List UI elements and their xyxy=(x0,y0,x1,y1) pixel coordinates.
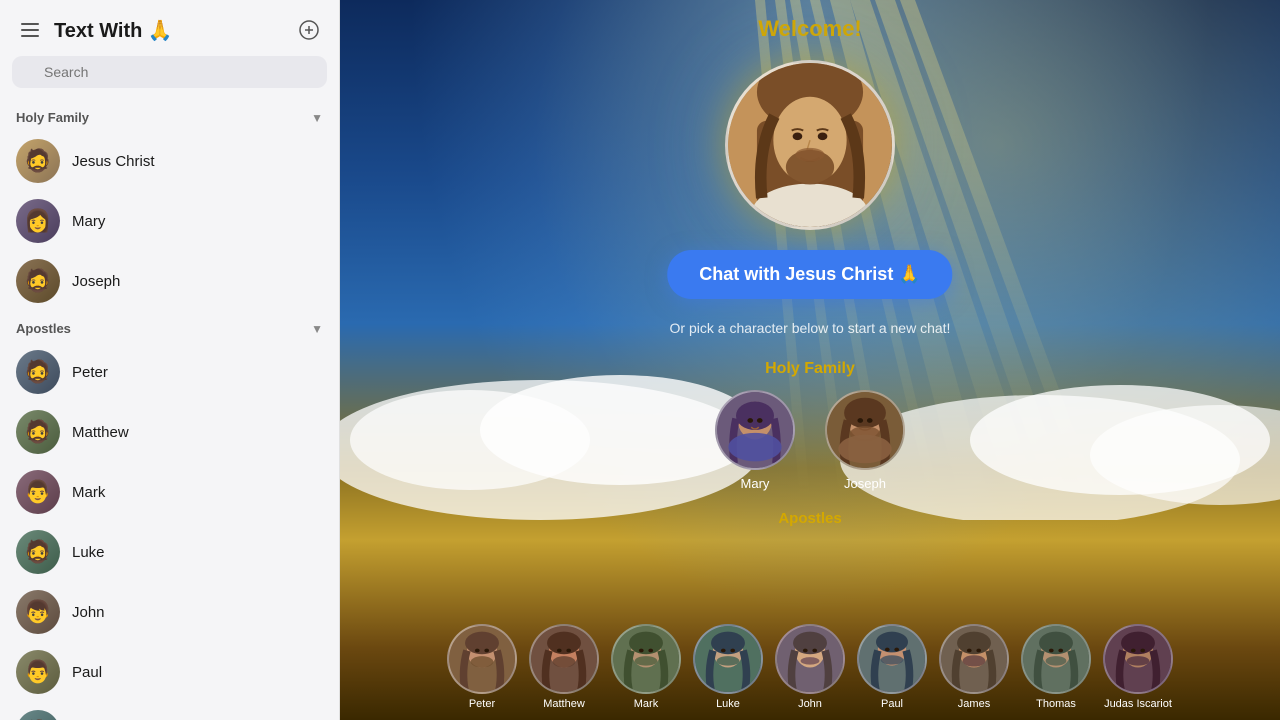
apostle-item-thomas[interactable]: Thomas xyxy=(1021,624,1091,710)
character-name-mary: Mary xyxy=(72,213,105,230)
character-name-mark: Mark xyxy=(72,484,105,501)
apostles-row: Peter Matthew xyxy=(447,624,1173,710)
apostle-label-paul: Paul xyxy=(881,698,903,710)
apostle-circle-paul xyxy=(857,624,927,694)
avatar-peter: 🧔 xyxy=(16,350,60,394)
apostle-label-mark: Mark xyxy=(634,698,658,710)
main-avatar-jesus xyxy=(725,60,895,230)
avatar-james: 🧔 xyxy=(16,710,60,720)
apostle-label-luke: Luke xyxy=(716,698,740,710)
avatar-joseph: 🧔 xyxy=(16,259,60,303)
pick-character-text: Or pick a character below to start a new… xyxy=(670,320,951,336)
sidebar-item-james[interactable]: 🧔 James xyxy=(0,702,339,720)
apostle-item-john[interactable]: John xyxy=(775,624,845,710)
avatar-circle-joseph xyxy=(825,390,905,470)
sidebar-item-peter[interactable]: 🧔 Peter xyxy=(0,342,339,402)
main-content: Welcome! xyxy=(340,0,1280,720)
app-title: Text With 🙏 xyxy=(54,18,285,43)
chevron-apostles-icon[interactable]: ▼ xyxy=(311,322,323,336)
avatar-item-mary[interactable]: Mary xyxy=(715,390,795,491)
sidebar-item-luke[interactable]: 🧔 Luke xyxy=(0,522,339,582)
chat-with-jesus-button[interactable]: Chat with Jesus Christ 🙏 xyxy=(667,250,952,299)
holy-family-avatars: Mary Joseph xyxy=(715,390,905,491)
search-container: 🔍 xyxy=(0,56,339,100)
new-chat-button[interactable] xyxy=(295,16,323,44)
sidebar-header: Text With 🙏 xyxy=(0,0,339,56)
apostle-circle-judas xyxy=(1103,624,1173,694)
avatar-label-mary: Mary xyxy=(741,476,770,491)
apostle-circle-peter xyxy=(447,624,517,694)
apostle-label-matthew: Matthew xyxy=(543,698,585,710)
sidebar: Text With 🙏 🔍 Holy Family ▼ 🧔 Jesus Chri… xyxy=(0,0,340,720)
avatar-circle-mary xyxy=(715,390,795,470)
avatar-label-joseph: Joseph xyxy=(844,476,886,491)
apostle-circle-matthew xyxy=(529,624,599,694)
sidebar-item-joseph[interactable]: 🧔 Joseph xyxy=(0,251,339,311)
welcome-text: Welcome! xyxy=(758,16,862,42)
group-header-apostles: Apostles ▼ xyxy=(0,311,339,342)
character-name-john: John xyxy=(72,604,105,621)
apostle-circle-james xyxy=(939,624,1009,694)
avatar-jesus: 🧔 xyxy=(16,139,60,183)
apostle-circle-luke xyxy=(693,624,763,694)
avatar-mary: 👩 xyxy=(16,199,60,243)
apostles-section-label: Apostles xyxy=(778,510,841,527)
avatar-matthew: 🧔 xyxy=(16,410,60,454)
character-name-paul: Paul xyxy=(72,664,102,681)
sidebar-item-jesus[interactable]: 🧔 Jesus Christ xyxy=(0,131,339,191)
sidebar-item-mary[interactable]: 👩 Mary xyxy=(0,191,339,251)
sidebar-toggle-button[interactable] xyxy=(16,16,44,44)
apostle-item-luke[interactable]: Luke xyxy=(693,624,763,710)
character-name-peter: Peter xyxy=(72,364,108,381)
apostle-label-thomas: Thomas xyxy=(1036,698,1076,710)
main-avatar-container xyxy=(725,60,895,230)
sidebar-item-john[interactable]: 👦 John xyxy=(0,582,339,642)
apostle-item-mark[interactable]: Mark xyxy=(611,624,681,710)
apostle-item-peter[interactable]: Peter xyxy=(447,624,517,710)
apostle-circle-mark xyxy=(611,624,681,694)
group-header-holy-family: Holy Family ▼ xyxy=(0,100,339,131)
search-input[interactable] xyxy=(12,56,327,88)
sidebar-item-mark[interactable]: 👨 Mark xyxy=(0,462,339,522)
character-name-matthew: Matthew xyxy=(72,424,129,441)
apostle-label-judas: Judas Iscariot xyxy=(1104,698,1172,710)
apostle-label-james: James xyxy=(958,698,990,710)
holy-family-section-label: Holy Family xyxy=(765,360,855,378)
sidebar-item-matthew[interactable]: 🧔 Matthew xyxy=(0,402,339,462)
character-name-jesus: Jesus Christ xyxy=(72,153,155,170)
apostle-item-judas[interactable]: Judas Iscariot xyxy=(1103,624,1173,710)
apostle-item-matthew[interactable]: Matthew xyxy=(529,624,599,710)
jesus-face-svg xyxy=(728,60,892,230)
group-label-apostles: Apostles xyxy=(16,321,71,336)
apostle-circle-john xyxy=(775,624,845,694)
character-name-joseph: Joseph xyxy=(72,273,120,290)
group-label-holy-family: Holy Family xyxy=(16,110,89,125)
avatar-item-joseph[interactable]: Joseph xyxy=(825,390,905,491)
search-wrapper: 🔍 xyxy=(12,56,327,88)
avatar-mark: 👨 xyxy=(16,470,60,514)
avatar-luke: 🧔 xyxy=(16,530,60,574)
chevron-holy-family-icon[interactable]: ▼ xyxy=(311,111,323,125)
apostle-item-paul[interactable]: Paul xyxy=(857,624,927,710)
character-name-luke: Luke xyxy=(72,544,105,561)
apostle-label-peter: Peter xyxy=(469,698,495,710)
apostle-circle-thomas xyxy=(1021,624,1091,694)
apostle-label-john: John xyxy=(798,698,822,710)
apostle-item-james[interactable]: James xyxy=(939,624,1009,710)
avatar-paul: 👨 xyxy=(16,650,60,694)
avatar-john: 👦 xyxy=(16,590,60,634)
sidebar-item-paul[interactable]: 👨 Paul xyxy=(0,642,339,702)
